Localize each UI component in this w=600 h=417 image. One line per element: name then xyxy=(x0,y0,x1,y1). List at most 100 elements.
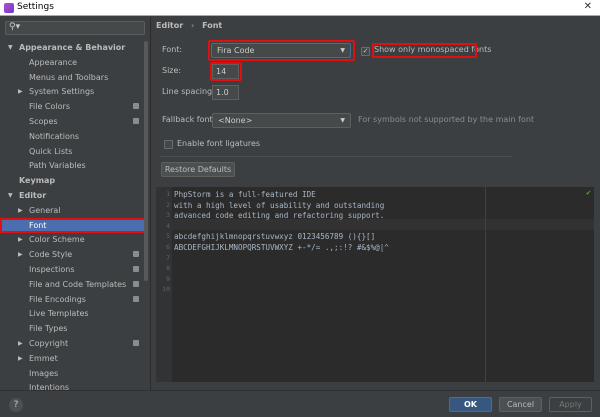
search-icon: ⚲▾ xyxy=(9,22,21,32)
sidebar-item-quick-lists[interactable]: Quick Lists xyxy=(0,144,148,159)
ligatures-checkbox[interactable] xyxy=(164,140,173,149)
font-preview-editor[interactable]: 1 PhpStorm is a full-featured IDE 2 with a … xyxy=(156,187,594,382)
fallback-value: <None> xyxy=(218,116,253,125)
line-number: 2 xyxy=(166,200,170,209)
line-number: 1 xyxy=(166,190,170,198)
monospaced-checkbox[interactable]: ✓ xyxy=(361,47,370,56)
collapsed-arrow-icon[interactable]: ▶ xyxy=(18,84,23,99)
sidebar-item-label: Editor xyxy=(19,191,47,200)
sidebar-item-label: Live Templates xyxy=(29,309,89,319)
project-scope-icon xyxy=(133,295,139,302)
collapsed-arrow-icon[interactable]: ▶ xyxy=(18,336,23,351)
sidebar-item-code-style[interactable]: ▶ Code Style xyxy=(0,247,148,262)
breadcrumb-current: Font xyxy=(202,21,223,30)
line-number: 6 xyxy=(166,243,170,251)
sidebar-item-scopes[interactable]: Scopes xyxy=(0,114,148,129)
sidebar-item-general[interactable]: ▶ General xyxy=(0,203,148,218)
sidebar-item-file-types[interactable]: File Types xyxy=(0,321,148,336)
sidebar-item-label: Keymap xyxy=(19,176,56,186)
sidebar-item-label: Appearance & Behavior xyxy=(19,43,126,52)
highlight-box xyxy=(372,43,477,58)
sidebar-item-label: Images xyxy=(29,368,59,378)
sidebar-item-label: General xyxy=(29,205,61,215)
apply-button[interactable]: Apply xyxy=(549,397,592,412)
sidebar: ⚲▾ ▼ Appearance & Behavior Appearance Menus… xyxy=(0,17,151,392)
main-panel: Editor › Font Font: Fira Code ▼ ✓ Show on… xyxy=(151,17,600,390)
collapsed-arrow-icon[interactable]: ▶ xyxy=(18,232,23,247)
sidebar-item-font[interactable]: Font xyxy=(0,217,148,233)
cancel-button[interactable]: Cancel xyxy=(499,397,542,412)
code-line: PhpStorm is a full-featured IDE xyxy=(174,190,316,199)
fallback-font-label: Fallback font: xyxy=(162,115,216,124)
sidebar-item-color-scheme[interactable]: ▶ Color Scheme xyxy=(0,232,148,247)
sidebar-item-system-settings[interactable]: ▶ System Settings xyxy=(0,84,148,99)
project-scope-icon xyxy=(133,266,139,272)
restore-defaults-button[interactable]: Restore Defaults xyxy=(161,162,235,177)
line-number: 7 xyxy=(166,253,170,262)
sidebar-item-file-colors[interactable]: File Colors xyxy=(0,99,148,114)
sidebar-item-label: Appearance xyxy=(29,57,78,67)
sidebar-item-file-and-code-templates[interactable]: File and Code Templates xyxy=(0,277,148,292)
collapsed-arrow-icon[interactable]: ▶ xyxy=(18,247,23,262)
sidebar-item-label: Code Style xyxy=(29,250,73,260)
sidebar-item-label: Color Scheme xyxy=(29,235,85,245)
sidebar-item-live-templates[interactable]: Live Templates xyxy=(0,306,148,321)
help-button[interactable]: ? xyxy=(9,398,23,412)
sidebar-item-menus-and-toolbars[interactable]: Menus and Toolbars xyxy=(0,70,148,85)
highlight-box xyxy=(210,62,242,81)
expanded-arrow-icon[interactable]: ▼ xyxy=(8,188,13,203)
search-input[interactable]: ⚲▾ xyxy=(5,21,145,35)
breadcrumb-parent[interactable]: Editor xyxy=(156,21,183,30)
sidebar-item-appearance[interactable]: Appearance xyxy=(0,55,148,70)
sidebar-item-path-variables[interactable]: Path Variables xyxy=(0,158,148,173)
sidebar-item-label: Menus and Toolbars xyxy=(29,72,109,82)
code-line: advanced code editing and refactoring su… xyxy=(174,211,385,221)
app-logo-icon xyxy=(4,3,14,13)
sidebar-item-label: Inspections xyxy=(29,265,75,274)
sidebar-item-label: Quick Lists xyxy=(29,146,73,156)
sidebar-item-inspections[interactable]: Inspections xyxy=(0,262,148,277)
current-line xyxy=(172,219,594,230)
line-spacing-input[interactable]: 1.0 xyxy=(212,85,239,100)
sidebar-item-emmet[interactable]: ▶ Emmet xyxy=(0,351,148,366)
fallback-font-dropdown[interactable]: <None> ▼ xyxy=(212,113,351,128)
sidebar-item-notifications[interactable]: Notifications xyxy=(0,129,148,144)
code-line: with a high level of usability and outst… xyxy=(174,200,385,210)
sidebar-item-appearance-behavior[interactable]: ▼ Appearance & Behavior xyxy=(0,40,148,55)
sidebar-item-label: Emmet xyxy=(29,353,58,363)
highlight-box xyxy=(208,40,355,61)
sidebar-item-label: Copyright xyxy=(29,339,69,348)
sidebar-item-label: File Encodings xyxy=(29,294,86,304)
chevron-down-icon: ▼ xyxy=(340,117,345,124)
breadcrumb-separator: › xyxy=(191,21,195,30)
sidebar-item-label: Scopes xyxy=(29,117,58,126)
code-line: ABCDEFGHIJKLMNOPQRSTUVWXYZ +-*/= .,;:!? … xyxy=(174,243,389,252)
collapsed-arrow-icon[interactable]: ▶ xyxy=(18,203,23,218)
line-spacing-label: Line spacing: xyxy=(162,87,215,96)
sidebar-item-label: File Colors xyxy=(29,102,70,112)
sidebar-item-images[interactable]: Images xyxy=(0,366,148,381)
project-scope-icon xyxy=(133,118,139,124)
close-icon[interactable]: ✕ xyxy=(584,1,592,12)
sidebar-item-editor[interactable]: ▼ Editor xyxy=(0,188,148,203)
ok-button[interactable]: OK xyxy=(449,397,492,412)
line-number: 4 xyxy=(166,221,170,230)
sidebar-scrollbar[interactable] xyxy=(144,41,148,281)
project-scope-icon xyxy=(133,251,139,258)
sidebar-item-label: System Settings xyxy=(29,87,95,97)
sidebar-item-keymap[interactable]: Keymap xyxy=(0,173,148,188)
line-number: 9 xyxy=(166,274,170,283)
expanded-arrow-icon[interactable]: ▼ xyxy=(8,40,13,55)
sidebar-item-copyright[interactable]: ▶ Copyright xyxy=(0,336,148,351)
sidebar-item-file-encodings[interactable]: File Encodings xyxy=(0,292,148,307)
project-scope-icon xyxy=(133,340,139,346)
line-number: 8 xyxy=(166,264,170,273)
sidebar-item-label: Notifications xyxy=(29,131,80,141)
line-number: 3 xyxy=(166,211,170,220)
size-label: Size: xyxy=(162,66,182,75)
line-number: 5 xyxy=(166,232,170,241)
collapsed-arrow-icon[interactable]: ▶ xyxy=(18,351,23,366)
project-scope-icon xyxy=(133,280,139,287)
line-number: 10 xyxy=(162,285,170,294)
code-line: abcdefghijklmnopqrstuvwxyz 0123456789 ()… xyxy=(174,232,376,242)
